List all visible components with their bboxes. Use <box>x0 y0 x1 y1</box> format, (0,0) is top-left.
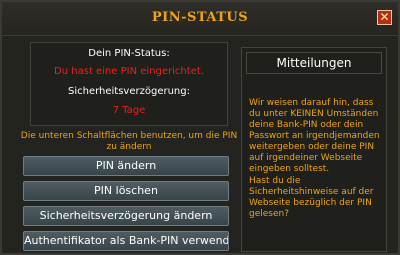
title-bar: PIN-STATUS ✕ <box>2 2 398 36</box>
pin-status-label: Dein PIN-Status: <box>88 48 170 59</box>
security-question-text: Hast du die Sicherheitshinweise auf der … <box>249 176 374 219</box>
messages-header: Mitteilungen <box>246 52 382 74</box>
delete-pin-button[interactable]: PIN löschen <box>23 181 229 201</box>
use-authenticator-button[interactable]: Authentifikator als Bank-PIN verwenden <box>23 231 229 251</box>
change-pin-button[interactable]: PIN ändern <box>23 156 229 176</box>
security-warning-text: Wir weisen darauf hin, dass du unter KEI… <box>249 98 380 174</box>
change-security-delay-button[interactable]: Sicherheitsverzögerung ändern <box>23 206 229 226</box>
pin-status-window: PIN-STATUS ✕ Dein PIN-Status: Du hast ei… <box>0 0 400 255</box>
security-delay-value: 7 Tage <box>112 105 146 116</box>
close-icon[interactable]: ✕ <box>377 10 392 25</box>
pin-status-panel: Dein PIN-Status: Du hast eine PIN einger… <box>30 42 228 126</box>
messages-panel: Mitteilungen Wir weisen darauf hin, dass… <box>241 47 387 252</box>
button-instruction: Die unteren Schaltflächen benutzen, um d… <box>20 131 238 152</box>
window-title: PIN-STATUS <box>151 10 249 25</box>
pin-status-value: Du hast eine PIN eingerichtet. <box>54 66 204 77</box>
security-delay-label: Sicherheitsverzögerung: <box>67 86 190 97</box>
